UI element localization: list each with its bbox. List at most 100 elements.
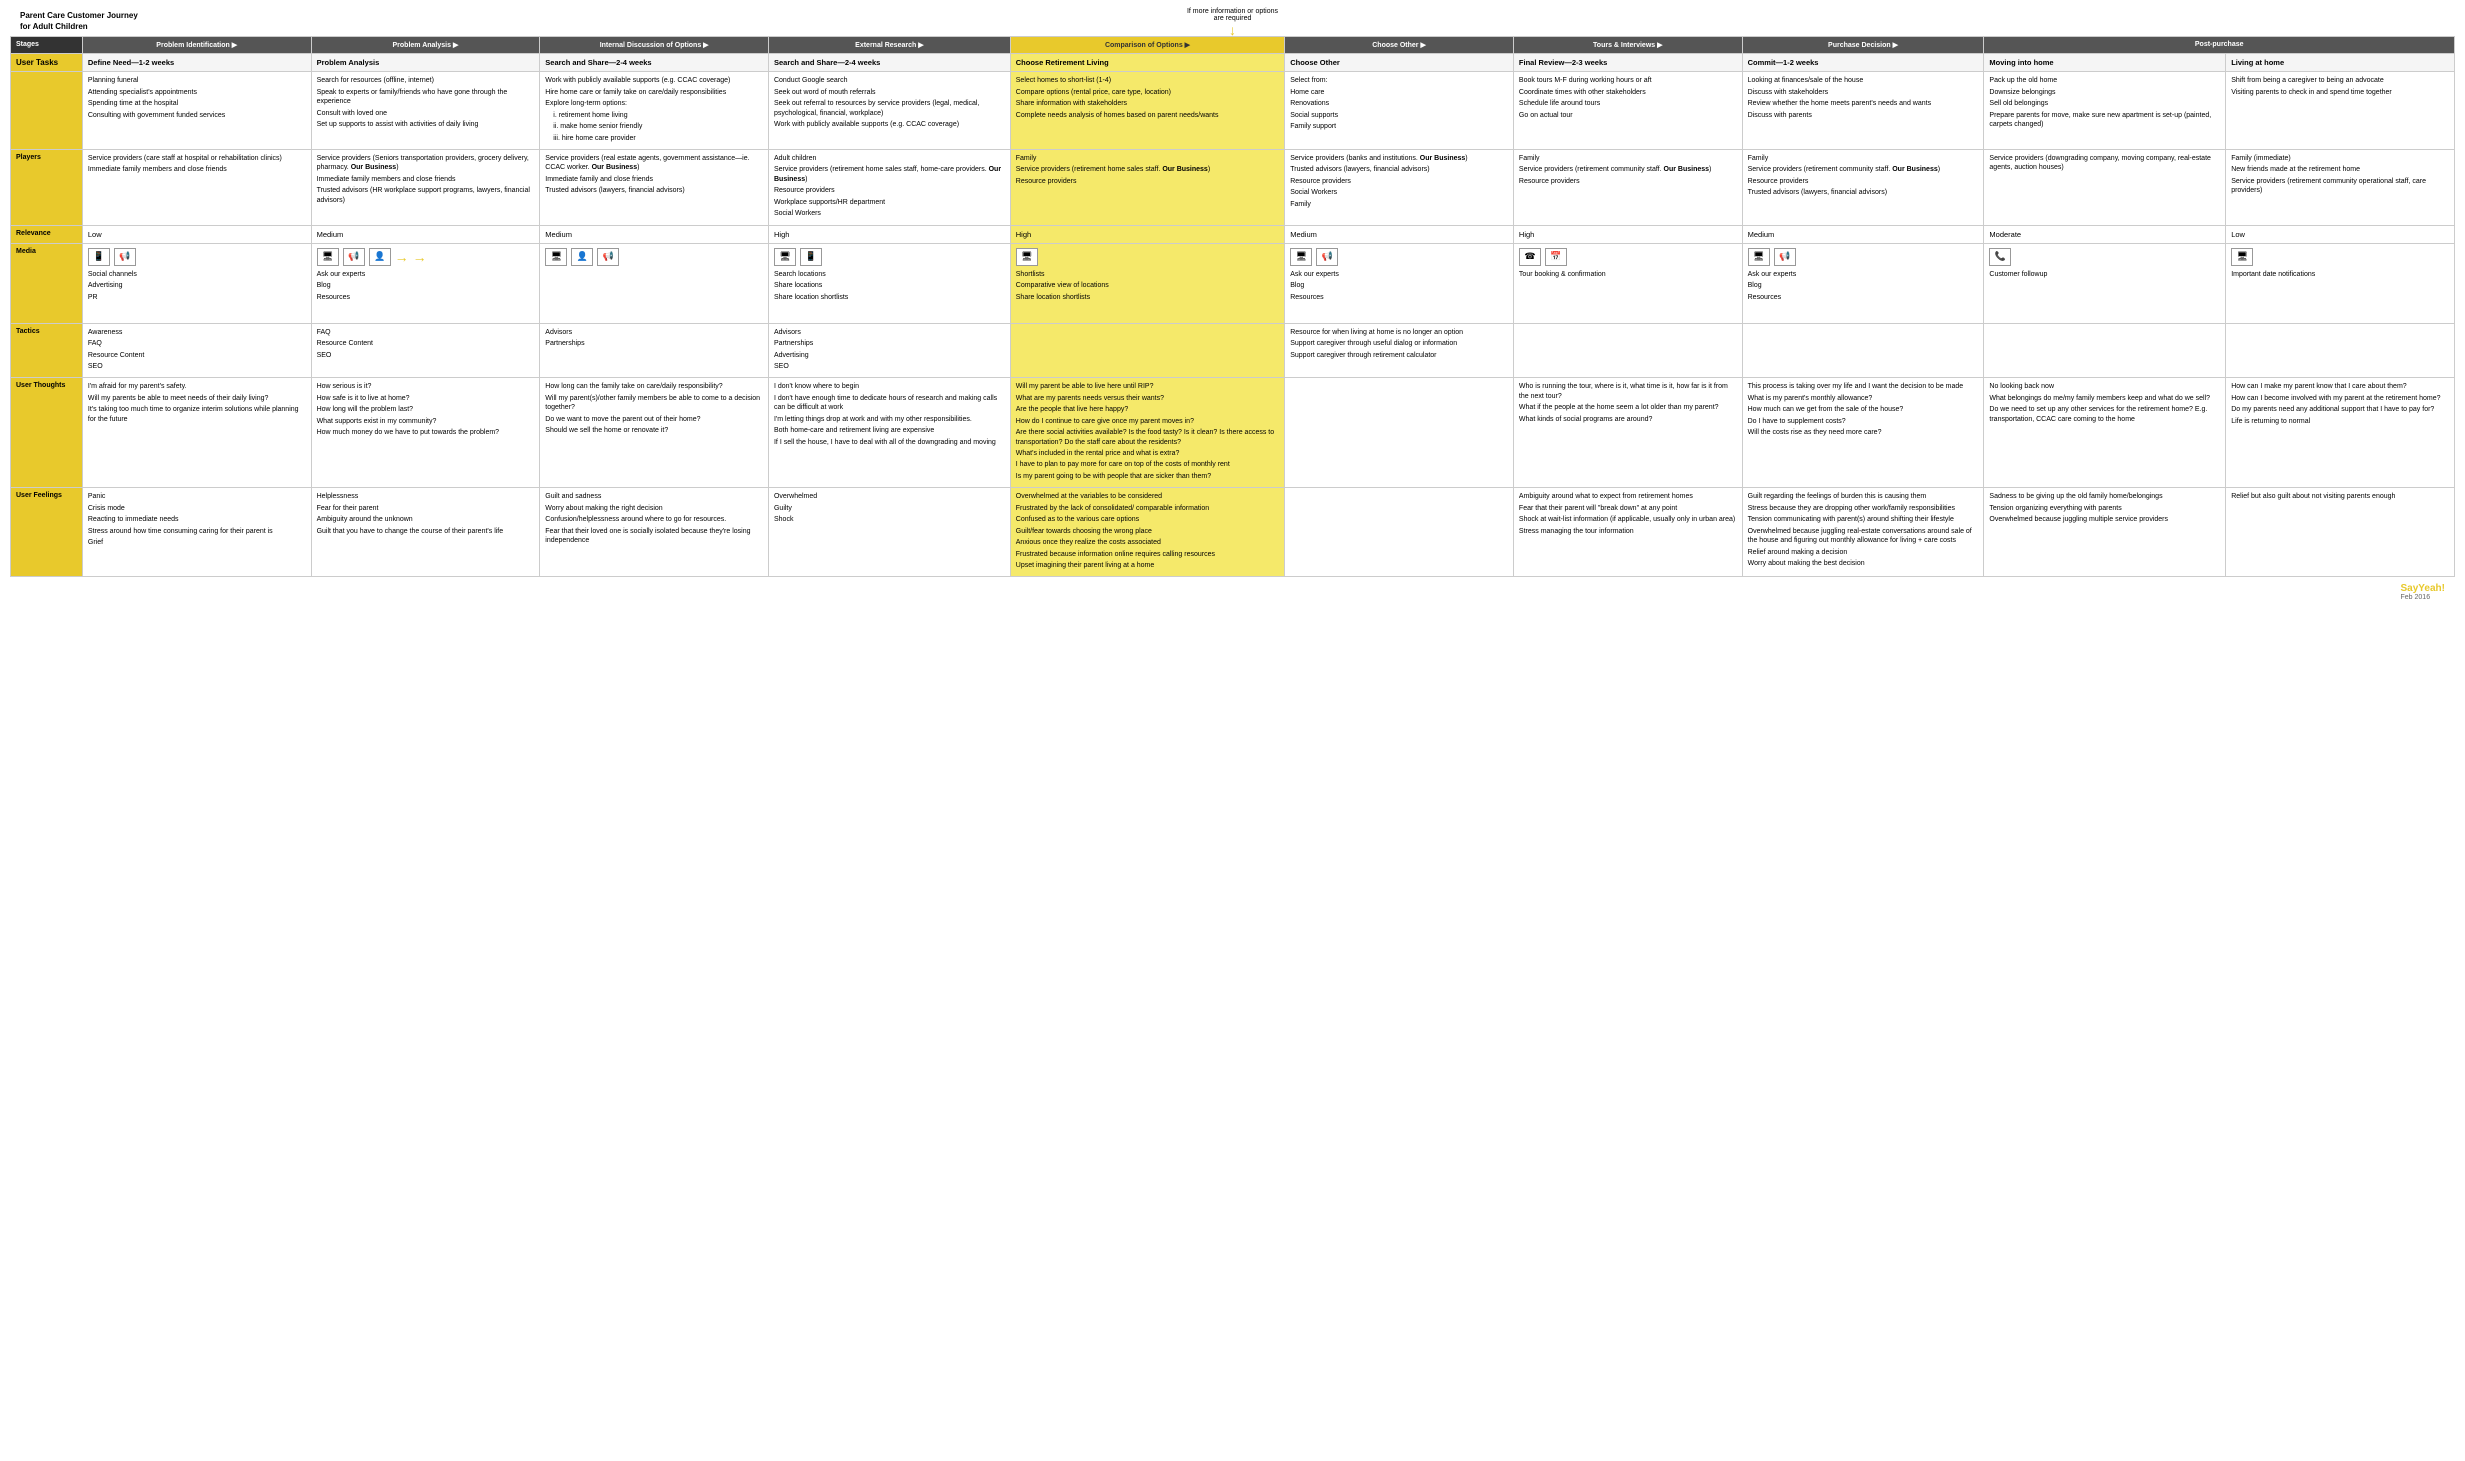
media-row: Media 📱 📢 Social channels Advertising PR… bbox=[11, 243, 2455, 323]
players-moving: Service providers (downgrading company, … bbox=[1984, 150, 2226, 226]
stage-external: External Research ▶ bbox=[768, 37, 1010, 54]
tactics-row: Tactics Awareness FAQ Resource Content S… bbox=[11, 323, 2455, 378]
players-external: Adult children Service providers (retire… bbox=[768, 150, 1010, 226]
stage-purchase: Purchase Decision ▶ bbox=[1742, 37, 1984, 54]
subheader-problem-analysis: Problem Analysis bbox=[311, 54, 540, 72]
thoughts-4: Will my parent be able to live here unti… bbox=[1010, 378, 1284, 488]
relevance-6: High bbox=[1513, 225, 1742, 243]
subheader-moving: Moving into home bbox=[1984, 54, 2226, 72]
speaker3-icon: 📢 bbox=[597, 248, 619, 266]
monitor6-icon: 🖥 bbox=[1748, 248, 1770, 266]
subheader-search2: Search and Share—2-4 weeks bbox=[768, 54, 1010, 72]
players-tours: Family Service providers (retirement com… bbox=[1513, 150, 1742, 226]
tactics-2: Advisors Partnerships bbox=[540, 323, 769, 378]
tactics-5: Resource for when living at home is no l… bbox=[1285, 323, 1514, 378]
relevance-2: Medium bbox=[540, 225, 769, 243]
stage-comparison: Comparison of Options ▶ bbox=[1010, 37, 1284, 54]
thoughts-3: I don't know where to begin I don't have… bbox=[768, 378, 1010, 488]
monitor-icon: 🖥 bbox=[317, 248, 339, 266]
media-1: 🖥 📢 👤 → → Ask our experts Blog Resources bbox=[311, 243, 540, 323]
top-note: If more information or options are requi… bbox=[1187, 8, 1278, 38]
tactics-6 bbox=[1513, 323, 1742, 378]
players-internal: Service providers (real estate agents, g… bbox=[540, 150, 769, 226]
thoughts-1: How serious is it? How safe is it to liv… bbox=[311, 378, 540, 488]
feelings-2: Guilt and sadness Worry about making the… bbox=[540, 488, 769, 577]
thoughts-7: This process is taking over my life and … bbox=[1742, 378, 1984, 488]
relevance-row: Relevance Low Medium Medium High High Me… bbox=[11, 225, 2455, 243]
feelings-3: Overwhelmed Guilty Shock bbox=[768, 488, 1010, 577]
page-title: Parent Care Customer Journey for Adult C… bbox=[20, 10, 138, 32]
tasks-problem-id: Planning funeral Attending specialist's … bbox=[82, 72, 311, 150]
tasks-living: Shift from being a caregiver to being an… bbox=[2226, 72, 2455, 150]
players-living: Family (immediate) New friends made at t… bbox=[2226, 150, 2455, 226]
top-header: Parent Care Customer Journey for Adult C… bbox=[10, 10, 2455, 32]
speaker-icon2: 📢 bbox=[343, 248, 365, 266]
thoughts-0: I'm afraid for my parent's safety. Will … bbox=[82, 378, 311, 488]
row-label-tasks bbox=[11, 72, 83, 150]
row-label-tactics: Tactics bbox=[11, 323, 83, 378]
monitor2-icon: 🖥 bbox=[545, 248, 567, 266]
relevance-4: High bbox=[1010, 225, 1284, 243]
tasks-tours: Book tours M-F during working hours or a… bbox=[1513, 72, 1742, 150]
row-label-feelings: User Feelings bbox=[11, 488, 83, 577]
players-comparison: Family Service providers (retirement hom… bbox=[1010, 150, 1284, 226]
monitor4-icon: 🖥 bbox=[1016, 248, 1038, 266]
stage-internal: Internal Discussion of Options ▶ bbox=[540, 37, 769, 54]
players-purchase: Family Service providers (retirement com… bbox=[1742, 150, 1984, 226]
tactics-8 bbox=[1984, 323, 2226, 378]
tasks-problem-analysis: Search for resources (offline, internet)… bbox=[311, 72, 540, 150]
monitor7-icon: 🖥 bbox=[2231, 248, 2253, 266]
tablet-icon: 📱 bbox=[800, 248, 822, 266]
feelings-4: Overwhelmed at the variables to be consi… bbox=[1010, 488, 1284, 577]
players-choose-other: Service providers (banks and institution… bbox=[1285, 150, 1514, 226]
players-problem-id: Service providers (care staff at hospita… bbox=[82, 150, 311, 226]
phone-icon: 📱 bbox=[88, 248, 110, 266]
person2-icon: 👤 bbox=[571, 248, 593, 266]
stages-label: Stages bbox=[11, 37, 83, 54]
thoughts-8: No looking back now What belongings do m… bbox=[1984, 378, 2226, 488]
thoughts-2: How long can the family take on care/dai… bbox=[540, 378, 769, 488]
relevance-5: Medium bbox=[1285, 225, 1514, 243]
speaker5-icon: 📢 bbox=[1774, 248, 1796, 266]
footer: SayYeah! Feb 2016 bbox=[10, 583, 2455, 601]
relevance-1: Medium bbox=[311, 225, 540, 243]
user-tasks-sublabel: User Tasks bbox=[11, 54, 83, 72]
footer-date: Feb 2016 bbox=[2401, 594, 2445, 601]
stage-problem-id: Problem Identification ▶ bbox=[82, 37, 311, 54]
monitor3-icon: 🖥 bbox=[774, 248, 796, 266]
media-9: 🖥 Important date notifications bbox=[2226, 243, 2455, 323]
thoughts-6: Who is running the tour, where is it, wh… bbox=[1513, 378, 1742, 488]
media-6: ☎ 📅 Tour booking & confirmation bbox=[1513, 243, 1742, 323]
tasks-choose-other: Select from: Home care Renovations Socia… bbox=[1285, 72, 1514, 150]
relevance-9: Low bbox=[2226, 225, 2455, 243]
tasks-external: Conduct Google search Seek out word of m… bbox=[768, 72, 1010, 150]
thoughts-5 bbox=[1285, 378, 1514, 488]
stage-choose-other: Choose Other ▶ bbox=[1285, 37, 1514, 54]
feelings-9: Relief but also guilt about not visiting… bbox=[2226, 488, 2455, 577]
players-problem-analysis: Service providers (Seniors transportatio… bbox=[311, 150, 540, 226]
stage-moving: Post-purchase bbox=[1984, 37, 2455, 54]
user-feelings-row: User Feelings Panic Crisis mode Reacting… bbox=[11, 488, 2455, 577]
row-label-thoughts: User Thoughts bbox=[11, 378, 83, 488]
user-tasks-row: Planning funeral Attending specialist's … bbox=[11, 72, 2455, 150]
media-7: 🖥 📢 Ask our experts Blog Resources bbox=[1742, 243, 1984, 323]
tasks-comparison: Select homes to short-list (1-4) Compare… bbox=[1010, 72, 1284, 150]
tactics-1: FAQ Resource Content SEO bbox=[311, 323, 540, 378]
tactics-4 bbox=[1010, 323, 1284, 378]
speaker4-icon: 📢 bbox=[1316, 248, 1338, 266]
media-2: 🖥 👤 📢 bbox=[540, 243, 769, 323]
user-thoughts-row: User Thoughts I'm afraid for my parent's… bbox=[11, 378, 2455, 488]
speaker-icon: 📢 bbox=[114, 248, 136, 266]
relevance-0: Low bbox=[82, 225, 311, 243]
tactics-0: Awareness FAQ Resource Content SEO bbox=[82, 323, 311, 378]
tasks-moving: Pack up the old home Downsize belongings… bbox=[1984, 72, 2226, 150]
row-label-media: Media bbox=[11, 243, 83, 323]
row-label-players: Players bbox=[11, 150, 83, 226]
calendar-icon: 📅 bbox=[1545, 248, 1567, 266]
thoughts-9: How can I make my parent know that I car… bbox=[2226, 378, 2455, 488]
feelings-5 bbox=[1285, 488, 1514, 577]
relevance-7: Medium bbox=[1742, 225, 1984, 243]
subheader-choose-rl: Choose Retirement Living bbox=[1010, 54, 1284, 72]
media-3: 🖥 📱 Search locations Share locations Sha… bbox=[768, 243, 1010, 323]
feelings-7: Guilt regarding the feelings of burden t… bbox=[1742, 488, 1984, 577]
